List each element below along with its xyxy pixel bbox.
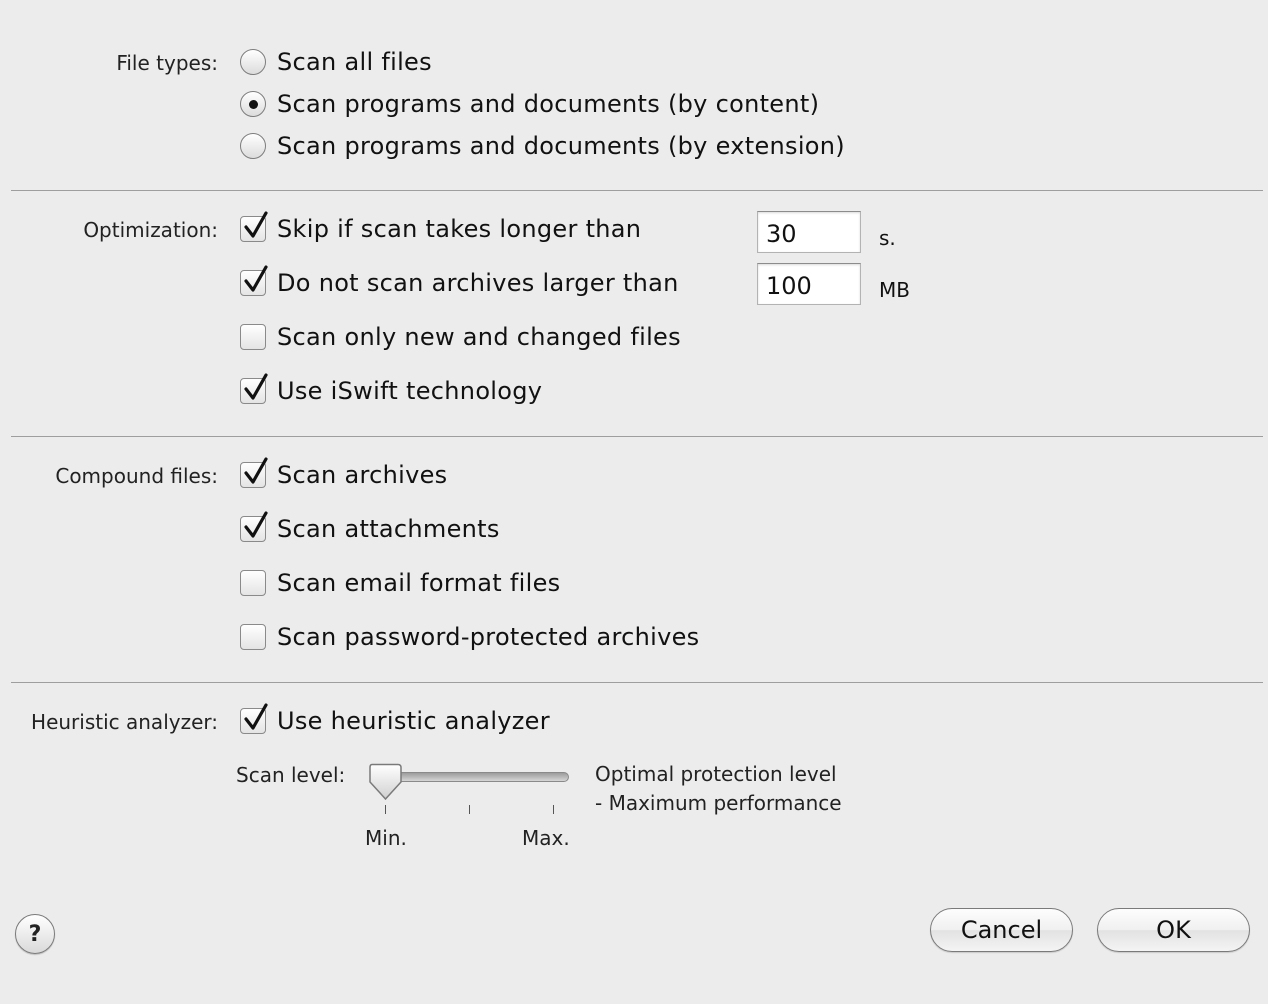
heuristic-analyzer-label: Heuristic analyzer: [31, 710, 218, 734]
slider-tick [469, 805, 470, 814]
slider-max-label: Max. [522, 826, 570, 850]
checkbox[interactable] [240, 570, 266, 596]
checkbox-label: Use heuristic analyzer [277, 707, 550, 735]
radio-button[interactable] [240, 49, 266, 75]
section-divider [11, 190, 1263, 191]
checkbox-scan-email-format[interactable]: Scan email format files [240, 568, 560, 598]
archive-size-limit-input[interactable] [757, 263, 861, 305]
slider-min-label: Min. [365, 826, 407, 850]
checkbox-label: Scan email format files [277, 569, 561, 597]
checkbox-label: Scan attachments [277, 515, 500, 543]
radio-label: Scan programs and documents (by content) [277, 90, 820, 118]
checkbox[interactable] [240, 265, 268, 296]
checkbox-label: Scan password-protected archives [277, 623, 700, 651]
radio-scan-by-extension[interactable]: Scan programs and documents (by extensio… [240, 131, 845, 161]
checkbox-scan-password-protected[interactable]: Scan password-protected archives [240, 622, 699, 652]
slider-tick [385, 805, 386, 814]
section-divider [11, 682, 1263, 683]
scan-time-limit-input[interactable] [757, 211, 861, 253]
checkbox-label: Do not scan archives larger than [277, 269, 679, 297]
seconds-unit-label: s. [879, 226, 896, 250]
section-divider [11, 436, 1263, 437]
scan-level-slider-thumb[interactable] [368, 763, 404, 805]
radio-label: Scan programs and documents (by extensio… [277, 132, 845, 160]
checkbox-only-new-changed[interactable]: Scan only new and changed files [240, 322, 681, 352]
radio-label: Scan all files [277, 48, 432, 76]
file-types-label: File types: [116, 51, 218, 75]
radio-button[interactable] [240, 91, 266, 117]
checkbox-use-heuristic[interactable]: Use heuristic analyzer [240, 703, 550, 736]
checkbox-scan-attachments[interactable]: Scan attachments [240, 511, 500, 544]
checkbox[interactable] [240, 373, 268, 404]
scan-level-description-line1: Optimal protection level [595, 762, 837, 786]
optimization-label: Optimization: [83, 218, 218, 242]
question-mark-icon: ? [28, 921, 42, 947]
checkbox-skip-large-archives[interactable]: Do not scan archives larger than [240, 265, 679, 298]
ok-button[interactable]: OK [1097, 908, 1250, 952]
scan-level-label: Scan level: [236, 763, 346, 787]
megabytes-unit-label: MB [879, 278, 910, 302]
checkbox-label: Scan archives [277, 461, 448, 489]
cancel-button[interactable]: Cancel [930, 908, 1073, 952]
scan-level-description-line2: - Maximum performance [595, 791, 842, 815]
checkbox-skip-long-scan[interactable]: Skip if scan takes longer than [240, 211, 642, 244]
radio-button[interactable] [240, 133, 266, 159]
checkbox-label: Skip if scan takes longer than [277, 215, 642, 243]
checkbox-label: Scan only new and changed files [277, 323, 681, 351]
compound-files-label: Compound files: [55, 464, 218, 488]
checkbox-iswift[interactable]: Use iSwift technology [240, 373, 543, 406]
checkbox[interactable] [240, 457, 268, 488]
checkbox[interactable] [240, 703, 268, 734]
checkbox[interactable] [240, 324, 266, 350]
help-button[interactable]: ? [15, 914, 55, 954]
radio-scan-all-files[interactable]: Scan all files [240, 47, 432, 77]
slider-tick [553, 805, 554, 814]
checkbox[interactable] [240, 211, 268, 242]
checkbox[interactable] [240, 624, 266, 650]
checkbox-scan-archives[interactable]: Scan archives [240, 457, 448, 490]
checkbox[interactable] [240, 511, 268, 542]
radio-scan-by-content[interactable]: Scan programs and documents (by content) [240, 89, 819, 119]
checkbox-label: Use iSwift technology [277, 377, 543, 405]
